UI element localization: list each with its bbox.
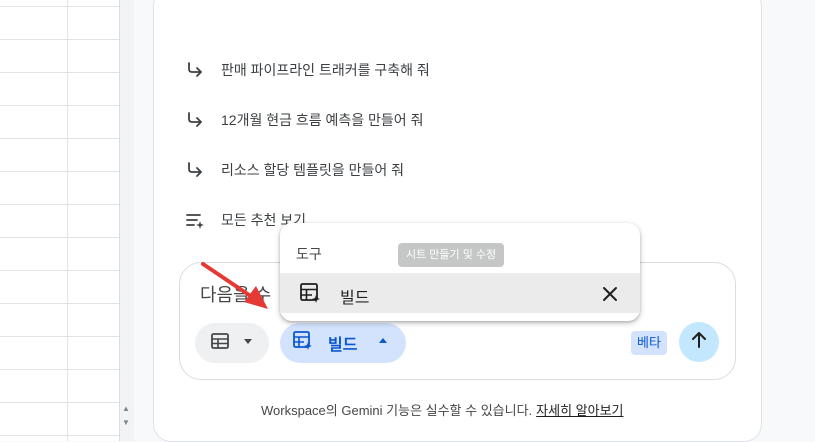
table-icon: [210, 331, 230, 356]
close-icon[interactable]: [598, 282, 622, 306]
grid-row-divider: [0, 336, 120, 337]
suggestion-item[interactable]: 판매 파이프라인 트래커를 구축해 줘: [185, 56, 430, 84]
suggestion-label: 리소스 할당 템플릿을 만들어 줘: [221, 162, 404, 178]
learn-more-link[interactable]: 자세히 알아보기: [536, 403, 623, 418]
list-sparkle-icon: [185, 210, 205, 230]
arrow-return-icon: [185, 110, 205, 130]
disclaimer: Workspace의 Gemini 기능은 실수할 수 있습니다. 자세히 알아보…: [0, 400, 815, 419]
popup-item-build[interactable]: [280, 273, 640, 313]
build-sheet-icon: [292, 330, 314, 357]
prompt-input[interactable]: 다음을 수: [200, 281, 271, 307]
grid-row-divider: [0, 237, 120, 238]
vertical-scrollbar[interactable]: ▲ ▼: [119, 0, 134, 441]
suggestion-label: 12개월 현금 흐름 예측을 만들어 줘: [221, 112, 424, 128]
build-sheet-icon: [299, 282, 323, 306]
scroll-down-icon[interactable]: ▼: [122, 418, 130, 427]
grid-row-divider: [0, 303, 120, 304]
chevron-down-icon: [242, 334, 254, 352]
chevron-up-icon: [377, 334, 389, 352]
grid-row-divider: [0, 369, 120, 370]
suggestion-item[interactable]: 리소스 할당 템플릿을 만들어 줘: [185, 156, 404, 184]
grid-row-divider: [0, 72, 120, 73]
arrow-up-icon: [688, 329, 710, 356]
beta-badge: 베타: [631, 331, 667, 355]
grid-row-divider: [0, 6, 120, 7]
arrow-return-icon: [185, 160, 205, 180]
grid-row-divider: [0, 105, 120, 106]
tooltip: 시트 만들기 및 수정: [398, 243, 505, 267]
disclaimer-text: Workspace의 Gemini 기능은 실수할 수 있습니다.: [261, 403, 533, 418]
grid-row-divider: [0, 138, 120, 139]
grid-row-divider: [0, 270, 120, 271]
suggestion-item[interactable]: 12개월 현금 흐름 예측을 만들어 줘: [185, 106, 423, 134]
send-button[interactable]: [679, 322, 719, 362]
grid-column-divider: [67, 0, 68, 441]
grid-row-divider: [0, 39, 120, 40]
build-tool-chip[interactable]: 빌드: [280, 323, 406, 363]
popup-item-label: 빌드: [340, 290, 370, 307]
grid-row-divider: [0, 204, 120, 205]
insert-table-dropdown[interactable]: [195, 323, 269, 363]
grid-row-divider: [0, 171, 120, 172]
build-chip-label: 빌드: [328, 337, 358, 354]
grid-row-divider: [0, 435, 120, 436]
popup-title: 도구: [296, 246, 322, 262]
spreadsheet-grid[interactable]: [0, 0, 121, 441]
arrow-return-icon: [185, 60, 205, 80]
suggestion-label: 판매 파이프라인 트래커를 구축해 줘: [221, 62, 430, 78]
